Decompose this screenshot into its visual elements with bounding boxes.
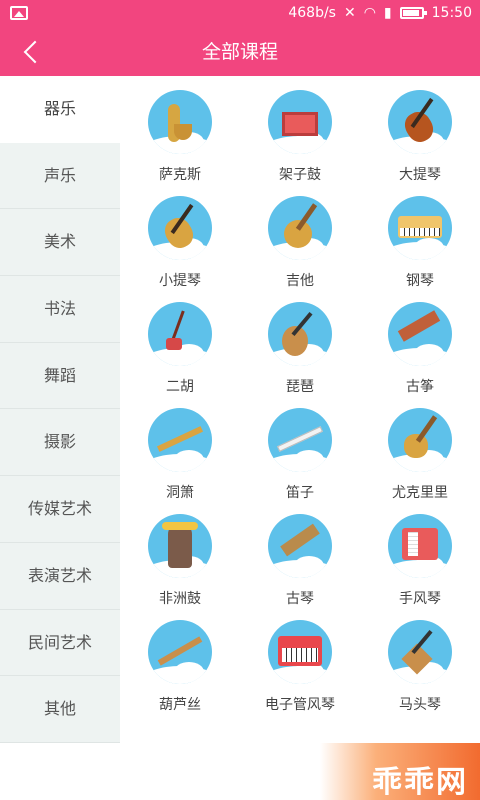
grid-item-hulusi[interactable]: 葫芦丝 <box>120 618 240 724</box>
battery-icon <box>399 7 427 19</box>
clock-time: 15:50 <box>431 5 472 21</box>
piano-icon <box>388 196 452 260</box>
grid-item-label: 尤克里里 <box>392 485 448 501</box>
grid-item-djembe[interactable]: 非洲鼓 <box>120 512 240 618</box>
status-bar: 468b/s ✕ ◠ ▮ 15:50 <box>0 0 480 28</box>
saxophone-icon <box>148 90 212 154</box>
grid-item-label: 吉他 <box>286 273 314 289</box>
grid-item-piano[interactable]: 钢琴 <box>360 194 480 300</box>
djembe-icon <box>148 514 212 578</box>
sidebar-item-instrumental[interactable]: 器乐 <box>0 76 120 143</box>
guitar-icon <box>268 196 332 260</box>
grid-item-label: 马头琴 <box>399 697 441 713</box>
guzheng-icon <box>388 302 452 366</box>
sidebar-item-vocal[interactable]: 声乐 <box>0 143 120 210</box>
grid-item-label: 钢琴 <box>406 273 434 289</box>
top-app-bar: 全部课程 <box>0 28 480 76</box>
grid-item-dongxiao[interactable]: 洞箫 <box>120 406 240 512</box>
image-notification-icon <box>10 6 28 20</box>
instrument-grid: 萨克斯 架子鼓 大提琴 小提琴 吉他 钢琴 二胡 琵琶 古筝 洞箫 笛子 尤克里… <box>120 88 480 724</box>
morin-khuur-icon <box>388 620 452 684</box>
sidebar-item-media-arts[interactable]: 传媒艺术 <box>0 476 120 543</box>
page-title: 全部课程 <box>201 41 278 63</box>
grid-item-violin[interactable]: 小提琴 <box>120 194 240 300</box>
erhu-icon <box>148 302 212 366</box>
hulusi-icon <box>148 620 212 684</box>
grid-item-label: 手风琴 <box>399 591 441 607</box>
grid-item-saxophone[interactable]: 萨克斯 <box>120 88 240 194</box>
dongxiao-icon <box>148 408 212 472</box>
sidebar-item-photography[interactable]: 摄影 <box>0 409 120 477</box>
grid-item-label: 笛子 <box>286 485 314 501</box>
sidebar-item-folk-arts[interactable]: 民间艺术 <box>0 610 120 677</box>
grid-item-label: 洞箫 <box>166 485 194 501</box>
status-bar-right: 468b/s ✕ ◠ ▮ 15:50 <box>288 5 472 21</box>
drum-kit-icon <box>268 90 332 154</box>
grid-item-label: 非洲鼓 <box>159 591 201 607</box>
guqin-icon <box>268 514 332 578</box>
grid-item-cello[interactable]: 大提琴 <box>360 88 480 194</box>
grid-item-label: 大提琴 <box>399 167 441 183</box>
sidebar-item-performing-arts[interactable]: 表演艺术 <box>0 543 120 610</box>
grid-item-guzheng[interactable]: 古筝 <box>360 300 480 406</box>
grid-item-guqin[interactable]: 古琴 <box>240 512 360 618</box>
sidebar-item-other[interactable]: 其他 <box>0 676 120 743</box>
grid-item-ukulele[interactable]: 尤克里里 <box>360 406 480 512</box>
grid-item-label: 葫芦丝 <box>159 697 201 713</box>
grid-item-erhu[interactable]: 二胡 <box>120 300 240 406</box>
flute-icon <box>268 408 332 472</box>
grid-item-label: 小提琴 <box>159 273 201 289</box>
accordion-icon <box>388 514 452 578</box>
grid-item-label: 二胡 <box>166 379 194 395</box>
grid-item-pipa[interactable]: 琵琶 <box>240 300 360 406</box>
grid-item-label: 古筝 <box>406 379 434 395</box>
grid-item-label: 萨克斯 <box>159 167 201 183</box>
sidebar-item-fine-art[interactable]: 美术 <box>0 209 120 277</box>
grid-item-accordion[interactable]: 手风琴 <box>360 512 480 618</box>
grid-item-morin-khuur[interactable]: 马头琴 <box>360 618 480 724</box>
electronic-organ-icon <box>268 620 332 684</box>
category-sidebar: 器乐 声乐 美术 书法 舞蹈 摄影 传媒艺术 表演艺术 民间艺术 其他 <box>0 76 120 743</box>
wifi-icon: ◠ <box>363 5 376 21</box>
back-button[interactable] <box>18 38 46 66</box>
grid-item-electronic-organ[interactable]: 电子管风琴 <box>240 618 360 724</box>
watermark-text: 乖乖网 <box>372 765 468 800</box>
sidebar-item-dance[interactable]: 舞蹈 <box>0 343 120 410</box>
grid-item-label: 琵琶 <box>286 379 314 395</box>
cello-icon <box>388 90 452 154</box>
app-screen: 468b/s ✕ ◠ ▮ 15:50 全部课程 器乐 声乐 美术 书法 舞蹈 摄… <box>0 0 480 800</box>
mute-icon: ✕ <box>343 5 356 21</box>
grid-item-label: 电子管风琴 <box>265 697 335 713</box>
pipa-icon <box>268 302 332 366</box>
signal-icon: ▮ <box>383 5 392 21</box>
grid-item-flute[interactable]: 笛子 <box>240 406 360 512</box>
grid-item-guitar[interactable]: 吉他 <box>240 194 360 300</box>
grid-item-label: 古琴 <box>286 591 314 607</box>
violin-icon <box>148 196 212 260</box>
grid-item-drum-kit[interactable]: 架子鼓 <box>240 88 360 194</box>
grid-item-label: 架子鼓 <box>279 167 321 183</box>
ukulele-icon <box>388 408 452 472</box>
network-speed: 468b/s <box>288 5 336 21</box>
sidebar-item-calligraphy[interactable]: 书法 <box>0 276 120 343</box>
